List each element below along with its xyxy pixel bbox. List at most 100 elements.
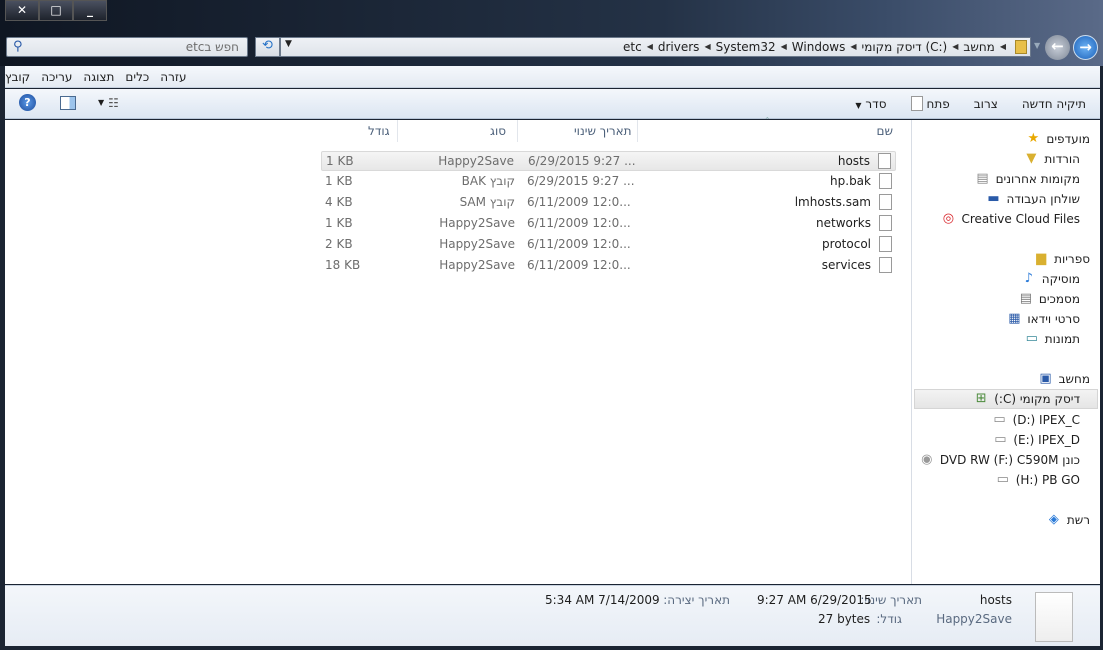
organize-button[interactable]: סדר ▼ xyxy=(855,97,886,111)
drive-icon: ▭ xyxy=(994,431,1007,447)
details-pane: hosts Happy2Save תאריך שינוי: 9:27 AM 6/… xyxy=(5,585,1100,646)
forward-button[interactable]: ← xyxy=(1045,35,1070,60)
nav-label: הורדות xyxy=(1044,151,1080,166)
creative-cloud-icon: ◎ xyxy=(942,210,955,226)
chevron-left-icon[interactable]: ◀ xyxy=(781,40,787,54)
address-bar[interactable]: ▼ ◀ מחשב ◀ דיסק מקומי (C:) ◀ Windows ◀ S… xyxy=(280,37,1031,57)
close-button[interactable]: ✕ xyxy=(5,0,39,21)
pictures-icon: ▭ xyxy=(1025,330,1038,346)
open-button[interactable]: פתח xyxy=(910,96,950,111)
preview-pane-icon[interactable] xyxy=(60,95,76,110)
nav-label: שולחן העבודה xyxy=(1006,191,1080,206)
nav-music[interactable]: ♪ מוסיקה xyxy=(1021,269,1080,288)
crumb-drivers[interactable]: drivers xyxy=(658,40,700,54)
file-name: hp.bak xyxy=(830,174,871,188)
file-row[interactable]: 4 KB קובץ SAM 6/11/2009 12:0... lmhosts.… xyxy=(321,193,896,213)
view-dropdown-icon[interactable]: ▼ xyxy=(98,98,104,107)
nav-drive-f[interactable]: ◉ כונן DVD RW (F:) C590M xyxy=(919,450,1080,469)
details-view-icon[interactable]: ☷ xyxy=(108,96,119,110)
chevron-left-icon[interactable]: ◀ xyxy=(952,40,958,54)
nav-computer[interactable]: ▣ מחשב xyxy=(1038,369,1090,388)
nav-drive-e[interactable]: ▭ (E:) IPEX_D xyxy=(992,430,1080,449)
crumb-computer[interactable]: מחשב xyxy=(963,40,994,54)
file-row[interactable]: 18 KB Happy2Save 6/11/2009 12:0... servi… xyxy=(321,256,896,276)
chevron-left-icon[interactable]: ◀ xyxy=(1000,40,1006,54)
nav-label: כונן DVD RW (F:) C590M xyxy=(939,452,1080,467)
arrow-left-icon: ← xyxy=(1051,37,1064,55)
nav-drive-d[interactable]: ▭ (D:) IPEX_C xyxy=(992,410,1080,429)
documents-icon: ▤ xyxy=(1019,290,1033,306)
crumb-c[interactable]: דיסק מקומי (C:) xyxy=(862,40,948,54)
file-type: Happy2Save xyxy=(439,258,515,272)
file-icon xyxy=(910,96,923,111)
nav-label: מסמכים xyxy=(1038,291,1080,306)
details-file-type: Happy2Save xyxy=(936,612,1012,626)
details-created-label: תאריך יצירה: xyxy=(663,593,730,607)
navigation-pane: ★ מועדפים ▼ הורדות ▤ מקומות אחרונים ▬ שולחן … xyxy=(911,120,1100,584)
back-button[interactable]: → xyxy=(1073,35,1098,60)
crumb-etc[interactable]: etc xyxy=(623,40,642,54)
nav-libraries[interactable]: ▆ ספריות xyxy=(1033,249,1090,268)
nav-desktop[interactable]: ▬ שולחן העבודה xyxy=(986,189,1080,208)
chevron-down-icon: ▼ xyxy=(855,100,862,110)
nav-label: (D:) IPEX_C xyxy=(1012,412,1080,427)
nav-label: Creative Cloud Files xyxy=(961,211,1080,226)
nav-pictures[interactable]: ▭ תמונות xyxy=(1024,329,1080,348)
address-dropdown-icon[interactable]: ▼ xyxy=(285,39,292,49)
nav-recent-places[interactable]: ▤ מקומות אחרונים xyxy=(975,169,1080,188)
column-date-label: תאריך שינוי xyxy=(574,124,632,138)
file-date: 6/29/2015 9:27 ... xyxy=(527,174,635,188)
chevron-left-icon[interactable]: ◀ xyxy=(704,40,710,54)
file-date: 6/11/2009 12:0... xyxy=(527,258,631,272)
nav-drive-h[interactable]: ▭ (H:) PB GO xyxy=(995,470,1080,489)
burn-button[interactable]: צרוב xyxy=(974,97,998,111)
column-header-date[interactable]: תאריך שינוי xyxy=(518,120,638,142)
file-row[interactable]: 1 KB Happy2Save 6/29/2015 9:27 ... hosts xyxy=(321,151,896,171)
file-name: hosts xyxy=(837,154,870,168)
menu-edit[interactable]: עריכה xyxy=(41,70,72,84)
dvd-drive-icon: ◉ xyxy=(921,451,933,467)
menu-help[interactable]: עזרה xyxy=(160,70,186,84)
file-row[interactable]: 1 KB קובץ BAK 6/29/2015 9:27 ... hp.bak xyxy=(321,172,896,192)
column-header-size[interactable]: גודל xyxy=(319,120,398,142)
column-header-name[interactable]: שם ⌃ xyxy=(638,116,908,142)
refresh-icon: ⟲ xyxy=(262,38,273,53)
maximize-button[interactable]: □ xyxy=(39,0,73,21)
file-name: services xyxy=(821,258,871,272)
menu-tools[interactable]: כלים xyxy=(125,70,149,84)
help-icon[interactable]: ? xyxy=(19,94,36,111)
music-icon: ♪ xyxy=(1024,270,1033,286)
nav-label: דיסק מקומי (C:) xyxy=(994,391,1080,406)
refresh-button[interactable]: ⟲ xyxy=(255,37,280,57)
file-row[interactable]: 2 KB Happy2Save 6/11/2009 12:0... protoc… xyxy=(321,235,896,255)
nav-label: (H:) PB GO xyxy=(1015,472,1080,487)
nav-documents[interactable]: ▤ מסמכים xyxy=(1018,289,1080,308)
chevron-left-icon[interactable]: ◀ xyxy=(850,40,856,54)
file-name: lmhosts.sam xyxy=(794,195,871,209)
nav-downloads[interactable]: ▼ הורדות xyxy=(1023,149,1080,168)
details-file-name: hosts xyxy=(979,593,1012,607)
open-label: פתח xyxy=(926,96,950,111)
drive-icon: ▭ xyxy=(993,411,1006,427)
nav-label: ספריות xyxy=(1054,251,1090,266)
minimize-button[interactable]: _ xyxy=(73,0,107,21)
new-folder-button[interactable]: תיקיה חדשה xyxy=(1022,97,1086,111)
nav-network[interactable]: ◈ רשת xyxy=(1046,510,1090,529)
nav-favorites[interactable]: ★ מועדפים xyxy=(1025,129,1090,148)
column-header-type[interactable]: סוג xyxy=(398,120,518,142)
search-input[interactable]: ⚲ חפש בetc xyxy=(6,37,248,57)
menu-view[interactable]: תצוגה xyxy=(83,70,114,84)
file-icon xyxy=(878,153,891,169)
nav-videos[interactable]: ▦ סרטי וידאו xyxy=(1006,309,1080,328)
nav-drive-c[interactable]: ⊞ דיסק מקומי (C:) xyxy=(973,389,1080,408)
chevron-left-icon[interactable]: ◀ xyxy=(647,40,653,54)
command-bar: סדר ▼ פתח צרוב תיקיה חדשה ? ▼ ☷ xyxy=(5,89,1100,119)
nav-creative-cloud[interactable]: ◎ Creative Cloud Files xyxy=(940,209,1080,228)
file-row[interactable]: 1 KB Happy2Save 6/11/2009 12:0... networ… xyxy=(321,214,896,234)
nav-label: מוסיקה xyxy=(1041,271,1080,286)
recent-pages-dropdown[interactable]: ▼ xyxy=(1034,41,1040,50)
crumb-windows[interactable]: Windows xyxy=(792,40,846,54)
crumb-system32[interactable]: System32 xyxy=(716,40,776,54)
search-icon: ⚲ xyxy=(13,39,23,54)
menu-file[interactable]: קובץ xyxy=(5,70,30,84)
